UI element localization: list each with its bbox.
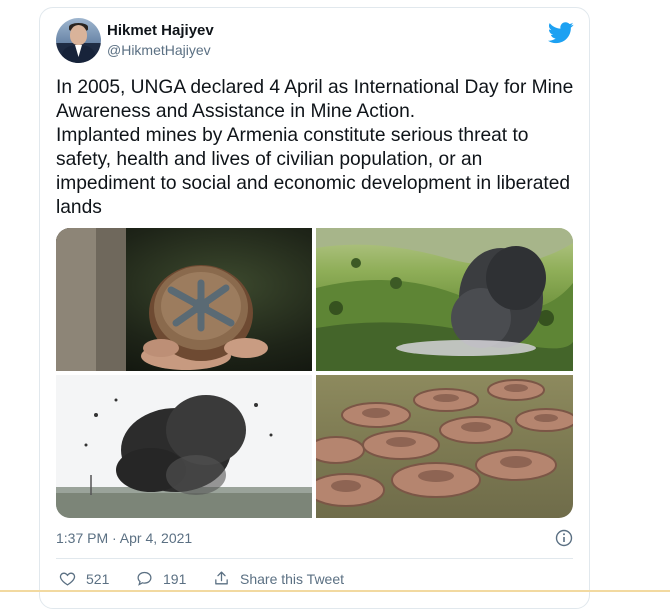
page-bottom-border	[0, 590, 670, 592]
share-button[interactable]: Share this Tweet	[213, 570, 344, 587]
author-name[interactable]: Hikmet Hajiyev	[107, 22, 214, 39]
like-button[interactable]: 521	[59, 570, 109, 587]
comment-icon	[137, 571, 152, 586]
photo-hand-holding-mine[interactable]	[56, 228, 312, 371]
author-handle[interactable]: @HikmetHajiyev	[107, 42, 211, 58]
divider	[56, 558, 573, 559]
media-grid[interactable]	[56, 228, 573, 518]
tweet-timestamp[interactable]: 1:37 PM · Apr 4, 2021	[56, 530, 192, 546]
comment-button[interactable]: 191	[136, 570, 186, 587]
tweet-card: Hikmet Hajiyev @HikmetHajiyev In 2005, U…	[39, 7, 590, 609]
comment-count: 191	[163, 570, 187, 587]
photo-dirt-explosion[interactable]	[56, 375, 312, 518]
share-label: Share this Tweet	[240, 570, 345, 587]
heart-icon	[59, 572, 76, 586]
like-count: 521	[86, 570, 110, 587]
share-icon	[215, 571, 228, 585]
twitter-bird-icon[interactable]	[548, 22, 574, 44]
tweet-text: In 2005, UNGA declared 4 April as Intern…	[56, 77, 574, 218]
avatar[interactable]	[56, 18, 101, 63]
photo-rows-of-mines[interactable]	[316, 375, 573, 518]
info-icon[interactable]	[555, 529, 573, 547]
photo-explosion-hillside[interactable]	[316, 228, 573, 371]
